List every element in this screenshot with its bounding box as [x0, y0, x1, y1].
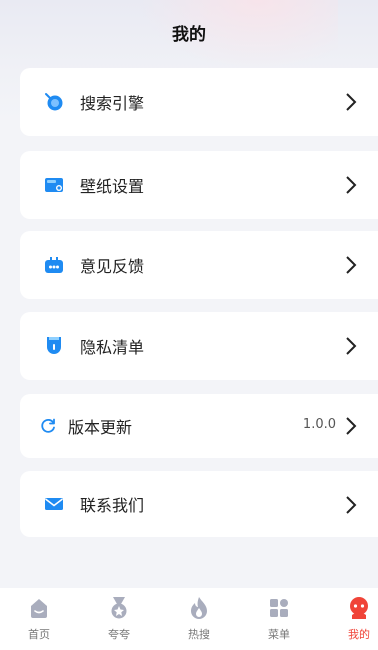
tab-praise[interactable]: 夸夸 — [94, 596, 144, 642]
search-engine-icon — [44, 92, 64, 112]
menu-item-label: 联系我们 — [80, 496, 145, 515]
menu-item-label: 搜索引擎 — [80, 94, 145, 113]
menu-item-label: 壁纸设置 — [80, 177, 145, 196]
wallpaper-icon — [44, 175, 64, 195]
page-title: 我的 — [172, 25, 206, 45]
tab-menu[interactable]: 菜单 — [254, 596, 304, 642]
tab-label: 菜单 — [268, 628, 290, 641]
menu-item-contact-us[interactable]: 联系我们 — [20, 471, 378, 537]
tab-label: 热搜 — [188, 628, 210, 641]
grid-icon — [267, 596, 291, 620]
chevron-right-icon — [346, 176, 357, 194]
chevron-right-icon — [346, 93, 357, 111]
mail-icon — [44, 494, 64, 514]
menu-item-label: 版本更新 — [68, 418, 133, 437]
menu-item-label: 意见反馈 — [80, 257, 145, 276]
menu-item-label: 隐私清单 — [80, 338, 145, 357]
tab-label: 我的 — [348, 628, 370, 641]
menu-item-version-update[interactable]: 版本更新 1.0.0 — [20, 394, 378, 458]
chevron-right-icon — [346, 337, 357, 355]
menu-item-privacy[interactable]: 隐私清单 — [20, 312, 378, 380]
chevron-right-icon — [346, 256, 357, 274]
flame-icon — [187, 596, 211, 620]
menu-item-feedback[interactable]: 意见反馈 — [20, 231, 378, 299]
medal-icon — [107, 596, 131, 620]
tab-trending[interactable]: 热搜 — [174, 596, 224, 642]
tab-profile[interactable]: 我的 — [334, 596, 378, 642]
profile-icon — [347, 596, 371, 620]
feedback-icon — [44, 255, 64, 275]
tab-label: 夸夸 — [108, 628, 130, 641]
chevron-right-icon — [346, 417, 357, 435]
version-text: 1.0.0 — [302, 417, 336, 432]
menu-item-search-engine[interactable]: 搜索引擎 — [20, 68, 378, 136]
tab-label: 首页 — [28, 628, 50, 641]
menu-item-wallpaper[interactable]: 壁纸设置 — [20, 151, 378, 219]
home-icon — [27, 596, 51, 620]
privacy-icon — [44, 336, 64, 356]
refresh-icon — [38, 416, 58, 436]
chevron-right-icon — [346, 496, 357, 514]
tab-home[interactable]: 首页 — [14, 596, 64, 642]
bottom-tab-bar: 首页 夸夸 热搜 菜单 我的 — [0, 588, 378, 650]
